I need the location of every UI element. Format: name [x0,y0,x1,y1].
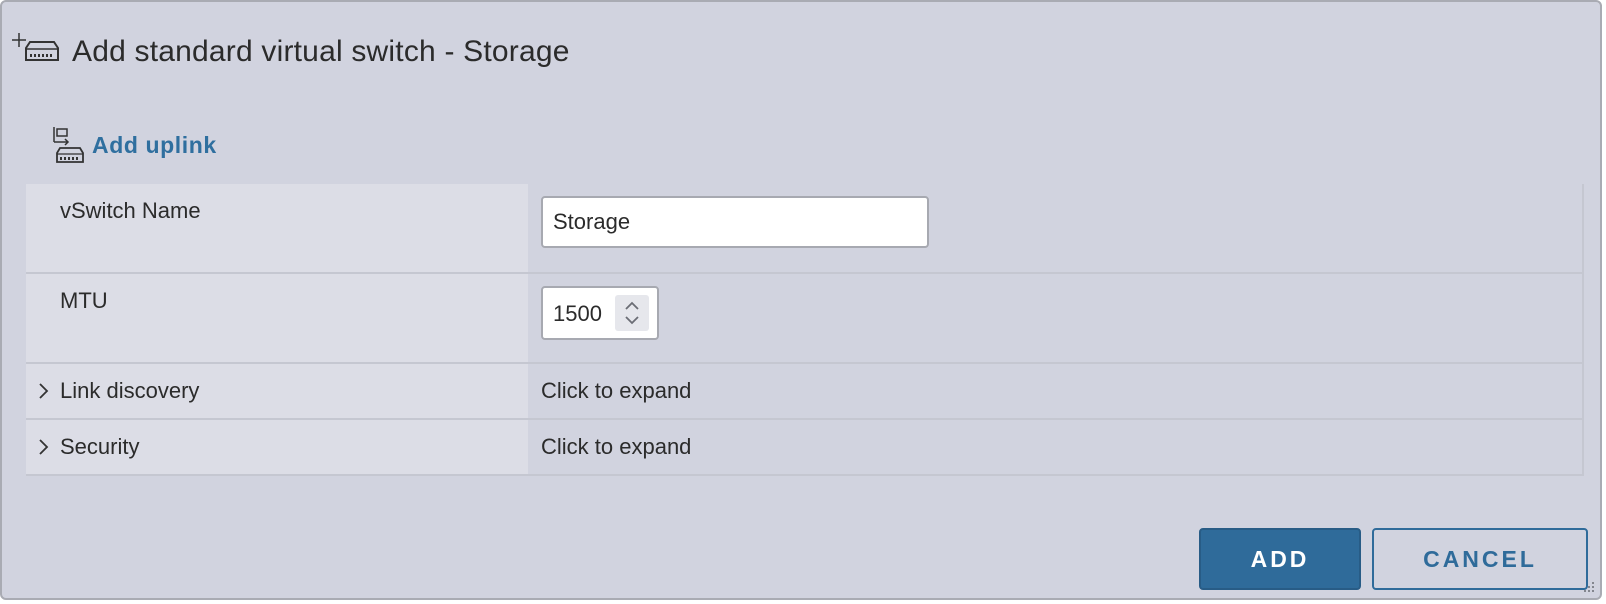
chevron-right-icon[interactable] [36,436,50,458]
link-discovery-expand-text[interactable]: Click to expand [541,378,691,404]
dialog-title: Add standard virtual switch - Storage [72,35,570,68]
mtu-value[interactable]: 1500 [553,301,602,327]
mtu-label: MTU [60,288,108,313]
add-uplink-link[interactable]: Add uplink [52,124,217,166]
resize-grip-icon[interactable] [1582,580,1596,594]
vswitch-name-input[interactable] [541,196,929,248]
add-vswitch-dialog: Add standard virtual switch - Storage Ad… [0,0,1602,600]
mtu-row: MTU 1500 [26,274,1584,364]
security-label: Security [60,434,140,459]
vswitch-properties-grid: vSwitch Name MTU 1500 [26,184,1584,476]
dialog-header: Add standard virtual switch - Storage [8,24,570,80]
security-expand-text[interactable]: Click to expand [541,434,691,460]
cancel-button[interactable]: CANCEL [1372,528,1588,590]
add-uplink-label[interactable]: Add uplink [92,132,217,159]
chevron-down-icon [625,316,639,325]
mtu-stepper[interactable]: 1500 [541,286,659,340]
link-discovery-label: Link discovery [60,378,200,403]
chevron-right-icon[interactable] [36,380,50,402]
uplink-icon [52,124,86,166]
mtu-spin-buttons[interactable] [615,295,649,331]
security-row[interactable]: Security Click to expand [26,420,1584,476]
chevron-up-icon [625,301,639,310]
vswitch-name-label: vSwitch Name [60,198,201,223]
add-vswitch-icon [8,28,66,76]
link-discovery-row[interactable]: Link discovery Click to expand [26,364,1584,420]
vswitch-name-row: vSwitch Name [26,184,1584,274]
add-button[interactable]: ADD [1199,528,1361,590]
